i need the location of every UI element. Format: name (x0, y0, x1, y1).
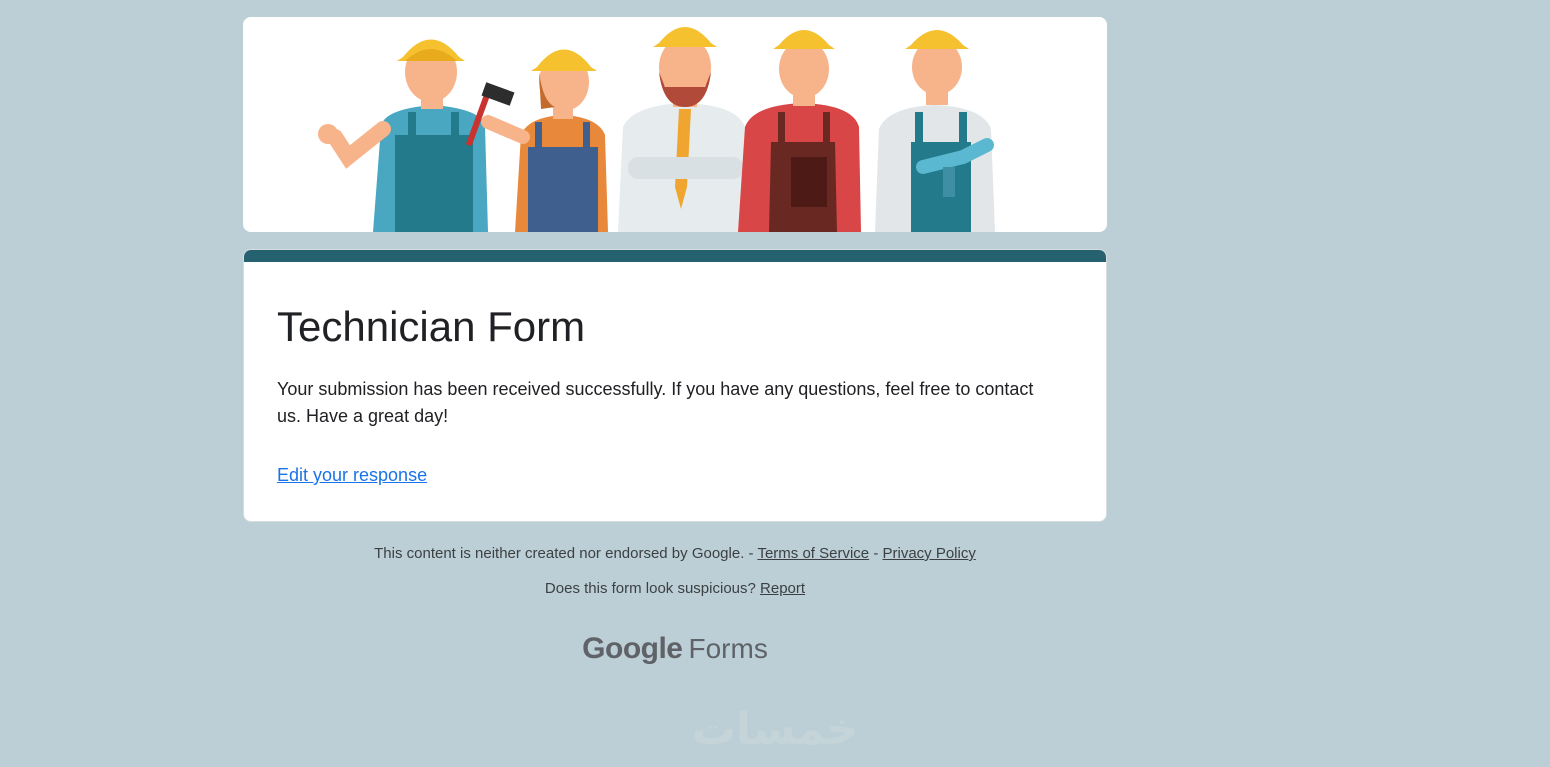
card-accent-bar (244, 250, 1106, 262)
forms-wordmark: Forms (688, 633, 768, 664)
google-forms-logo[interactable]: Google Forms (243, 629, 1107, 669)
report-link[interactable]: Report (760, 580, 805, 597)
banner-illustration (243, 17, 1107, 232)
footer-separator: - (873, 545, 879, 562)
edit-response-link[interactable]: Edit your response (277, 465, 427, 486)
suspicious-line: Does this form look suspicious? Report (243, 578, 1107, 599)
footer: This content is neither created nor endo… (243, 543, 1107, 669)
google-wordmark: Google (582, 632, 683, 665)
form-title: Technician Form (277, 303, 586, 350)
form-confirmation-card: Technician Form Your submission has been… (243, 249, 1107, 522)
watermark: خمسات (691, 705, 859, 754)
disclaimer-text: This content is neither created nor endo… (374, 545, 754, 562)
disclaimer-line: This content is neither created nor endo… (243, 543, 1107, 564)
suspicious-text: Does this form look suspicious? (544, 580, 756, 597)
privacy-policy-link[interactable]: Privacy Policy (882, 545, 975, 562)
header-banner (243, 17, 1107, 232)
confirmation-message: Your submission has been received succes… (277, 379, 1034, 426)
terms-of-service-link[interactable]: Terms of Service (757, 545, 869, 562)
